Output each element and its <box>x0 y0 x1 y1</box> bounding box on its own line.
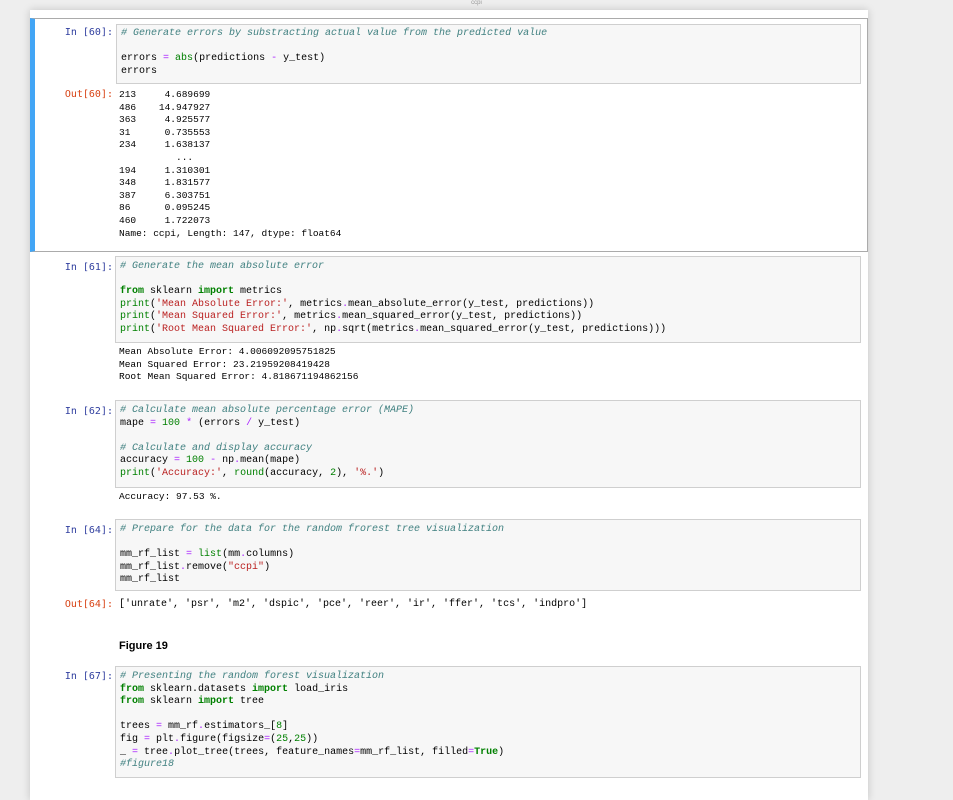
code-text: # Generate errors by substracting actual… <box>121 28 548 77</box>
code-editor[interactable]: # Calculate mean absolute percentage err… <box>115 400 861 488</box>
cell-output: ['unrate', 'psr', 'm2', 'dspic', 'pce', … <box>119 599 588 610</box>
cell-output: 213 4.689699 486 14.947927 363 4.925577 … <box>119 89 342 239</box>
code-text: # Prepare for the data for the random fr… <box>120 524 505 586</box>
input-prompt: In [60]: <box>64 27 113 38</box>
code-cell-64[interactable]: In [64]: # Prepare for the data for the … <box>30 519 868 619</box>
code-editor[interactable]: # Generate errors by substracting actual… <box>116 24 861 84</box>
code-cell-60[interactable]: In [60]: # Generate errors by substracti… <box>30 18 868 252</box>
code-editor[interactable]: # Presenting the random forest visualiza… <box>115 666 861 778</box>
input-prompt: In [61]: <box>64 262 113 273</box>
window-title: ccpi <box>471 0 482 6</box>
code-text: # Calculate mean absolute percentage err… <box>120 405 415 479</box>
code-cell-62[interactable]: In [62]: # Calculate mean absolute perce… <box>30 400 868 515</box>
code-cell-67[interactable]: In [67]: # Presenting the random forest … <box>30 666 868 786</box>
code-cell-61[interactable]: In [61]: # Generate the mean absolute er… <box>30 256 868 388</box>
cell-output: Mean Absolute Error: 4.006092095751825 M… <box>119 346 359 383</box>
cell-output: Accuracy: 97.53 %. <box>119 491 222 502</box>
input-prompt: In [64]: <box>64 525 113 536</box>
code-text: # Presenting the random forest visualiza… <box>120 671 505 771</box>
input-prompt: In [67]: <box>64 671 113 682</box>
notebook-container: In [60]: # Generate errors by substracti… <box>30 10 868 800</box>
figure-label: Figure 19 <box>119 640 168 652</box>
output-prompt: Out[60]: <box>64 89 113 100</box>
code-editor[interactable]: # Generate the mean absolute error from … <box>115 256 861 343</box>
code-editor[interactable]: # Prepare for the data for the random fr… <box>115 519 861 591</box>
input-prompt: In [62]: <box>64 406 113 417</box>
code-text: # Generate the mean absolute error from … <box>120 261 667 335</box>
output-prompt: Out[64]: <box>64 599 113 610</box>
